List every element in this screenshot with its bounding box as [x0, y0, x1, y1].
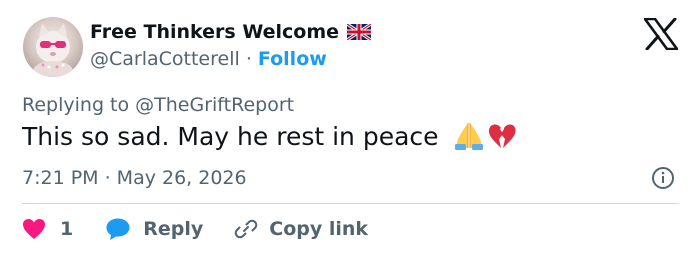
action-bar: 1 Reply Copy link — [22, 214, 368, 244]
copy-link-label: Copy link — [269, 218, 369, 240]
avatar[interactable] — [23, 17, 83, 77]
link-icon — [234, 219, 258, 239]
info-icon[interactable] — [650, 165, 676, 191]
author-name-row[interactable]: Free Thinkers Welcome — [90, 21, 372, 43]
like-count: 1 — [60, 218, 74, 240]
avatar-image — [33, 23, 73, 77]
heart-icon — [23, 219, 45, 239]
broken-heart-emoji — [488, 124, 516, 148]
x-logo-icon[interactable] — [644, 18, 678, 50]
replying-to[interactable]: Replying to @TheGriftReport — [22, 94, 294, 116]
tweet-body: This so sad. May he rest in peace — [22, 121, 517, 151]
copy-link-button[interactable]: Copy link — [233, 216, 368, 242]
tweet-text: This so sad. May he rest in peace — [22, 121, 439, 151]
reply-bubble-icon — [106, 218, 130, 240]
tweet-timestamp[interactable]: 7:21 PM · May 26, 2026 — [22, 167, 247, 189]
author-handle[interactable]: @CarlaCotterell — [90, 48, 240, 70]
follow-button[interactable]: Follow — [258, 48, 327, 70]
reply-label: Reply — [143, 218, 204, 240]
reply-button[interactable]: Reply — [105, 217, 203, 241]
tweet-emojis — [453, 121, 517, 151]
like-button[interactable]: 1 — [22, 218, 73, 240]
folded-hands-emoji — [454, 123, 483, 150]
divider — [22, 203, 679, 204]
uk-flag-icon — [347, 24, 372, 40]
author-display-name[interactable]: Free Thinkers Welcome — [90, 21, 339, 43]
separator-dot: · — [245, 48, 252, 70]
author-handle-row: @CarlaCotterell · Follow — [90, 48, 327, 70]
